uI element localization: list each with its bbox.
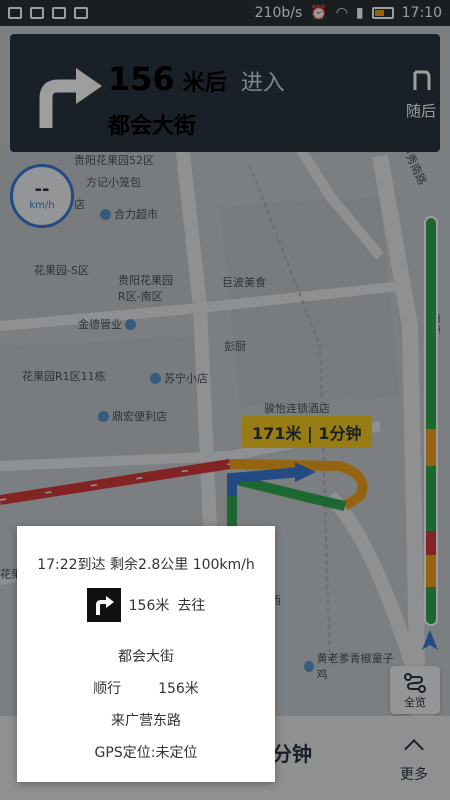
guidance-info-card: 17:22到达 剩余2.8公里 100km/h 156米 去往 都会大街 顺行 … (17, 526, 275, 782)
from-road: 来广营东路 (111, 713, 181, 729)
turn-distance-text: 156米 (128, 598, 170, 614)
forward-label: 顺行 (93, 681, 122, 697)
turn-right-icon (86, 588, 121, 622)
turn-instruction: 156米 去往 (17, 588, 275, 622)
gps-status: GPS定位:未定位 (94, 745, 198, 761)
forward-line: 顺行 156米 (17, 678, 275, 698)
turn-action-text: 去往 (177, 598, 206, 614)
card-road-name: 都会大街 (118, 649, 174, 665)
forward-distance: 156米 (158, 681, 199, 697)
eta-line: 17:22到达 剩余2.8公里 100km/h (37, 557, 255, 573)
